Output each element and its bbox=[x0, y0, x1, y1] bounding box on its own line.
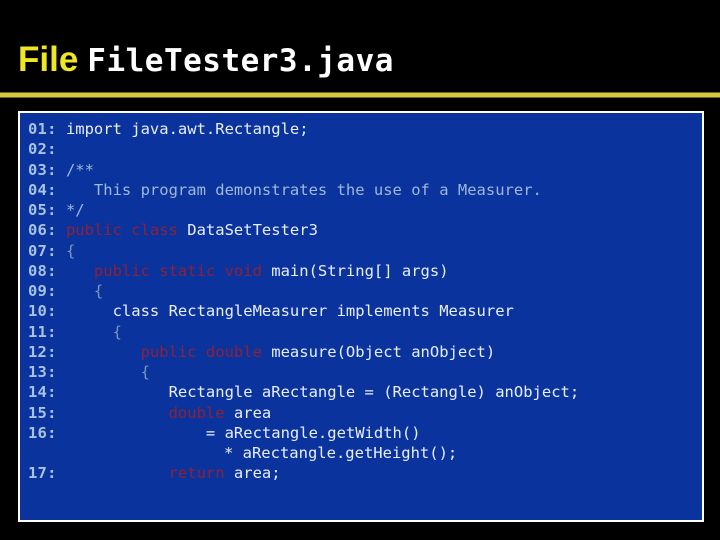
code-line-number: 17: bbox=[28, 464, 57, 483]
code-token-plain: DataSetTester3 bbox=[177, 221, 318, 240]
code-line: 04: This program demonstrates the use of… bbox=[28, 180, 702, 200]
code-token-plain: = aRectangle.getWidth() bbox=[56, 423, 421, 442]
code-token-plain: import java.awt.Rectangle; bbox=[56, 120, 309, 138]
code-line: * aRectangle.getHeight(); bbox=[28, 443, 702, 463]
code-line: 02: bbox=[28, 139, 702, 159]
code-line-number: 13: bbox=[28, 363, 57, 381]
code-line: 12: public double measure(Object anObjec… bbox=[28, 342, 702, 362]
page-title: File FileTester3.java bbox=[18, 42, 394, 77]
code-line: 16: = aRectangle.getWidth() bbox=[28, 423, 702, 443]
code-line-number: 04: bbox=[28, 180, 57, 199]
code-line: 05: */ bbox=[28, 200, 702, 220]
code-token-plain: * aRectangle.getHeight(); bbox=[28, 444, 458, 462]
code-token-keyword: public class bbox=[56, 221, 178, 240]
code-token-brace: { bbox=[56, 241, 76, 260]
code-line-number: 01: bbox=[28, 120, 57, 138]
code-token-comment: */ bbox=[56, 201, 85, 219]
code-line: 17: return area; bbox=[28, 463, 702, 483]
code-panel: 01: import java.awt.Rectangle; 02: 03: /**… bbox=[18, 111, 704, 522]
code-token-plain: measure(Object anObject) bbox=[261, 342, 496, 361]
code-token-plain: class RectangleMeasurer implements Measu… bbox=[56, 302, 514, 321]
code-line-number: 12: bbox=[28, 342, 57, 361]
code-token-plain: Rectangle aRectangle = (Rectangle) anObj… bbox=[56, 383, 580, 402]
code-token-comment: /** bbox=[56, 160, 94, 179]
code-line-number: 14: bbox=[28, 383, 57, 402]
code-line-number: 09: bbox=[28, 282, 57, 300]
code-listing: 01: import java.awt.Rectangle; 02: 03: /**… bbox=[28, 119, 702, 484]
code-token-plain: main(String[] args) bbox=[261, 261, 449, 280]
code-token-brace: { bbox=[56, 282, 104, 300]
code-line: 09: { bbox=[28, 281, 702, 301]
code-line-number: 08: bbox=[28, 261, 57, 280]
code-token-keyword: public static void bbox=[56, 261, 262, 280]
code-line-number: 07: bbox=[28, 241, 57, 260]
code-line-number: 06: bbox=[28, 221, 57, 240]
code-line: 11: { bbox=[28, 322, 702, 342]
code-line: 07: { bbox=[28, 241, 702, 261]
code-line-number: 16: bbox=[28, 423, 57, 442]
code-line-number: 05: bbox=[28, 201, 57, 219]
code-token-brace: { bbox=[56, 322, 122, 341]
code-token-brace: { bbox=[56, 363, 150, 381]
code-line: 08: public static void main(String[] arg… bbox=[28, 261, 702, 281]
code-token-plain: area; bbox=[224, 464, 281, 483]
title-divider bbox=[0, 92, 720, 98]
code-line: 03: /** bbox=[28, 160, 702, 180]
code-line: 06: public class DataSetTester3 bbox=[28, 220, 702, 240]
code-line: 10: class RectangleMeasurer implements M… bbox=[28, 301, 702, 321]
code-token-plain: area bbox=[224, 403, 272, 422]
code-token-keyword: public double bbox=[56, 342, 262, 361]
code-line-number: 15: bbox=[28, 403, 57, 422]
page-title-filename: FileTester3.java bbox=[87, 43, 394, 79]
code-line-number: 02: bbox=[28, 140, 57, 159]
code-token-keyword: return bbox=[56, 464, 225, 483]
code-token-comment: This program demonstrates the use of a M… bbox=[56, 180, 542, 199]
code-line-number: 03: bbox=[28, 160, 57, 179]
code-line-number: 10: bbox=[28, 302, 57, 321]
page-title-prefix: File bbox=[18, 40, 79, 79]
code-line-number: 11: bbox=[28, 322, 57, 341]
code-line: 14: Rectangle aRectangle = (Rectangle) a… bbox=[28, 382, 702, 402]
code-line: 15: double area bbox=[28, 403, 702, 423]
code-line: 01: import java.awt.Rectangle; bbox=[28, 119, 702, 139]
code-line: 13: { bbox=[28, 362, 702, 382]
code-token-keyword: double bbox=[56, 403, 225, 422]
